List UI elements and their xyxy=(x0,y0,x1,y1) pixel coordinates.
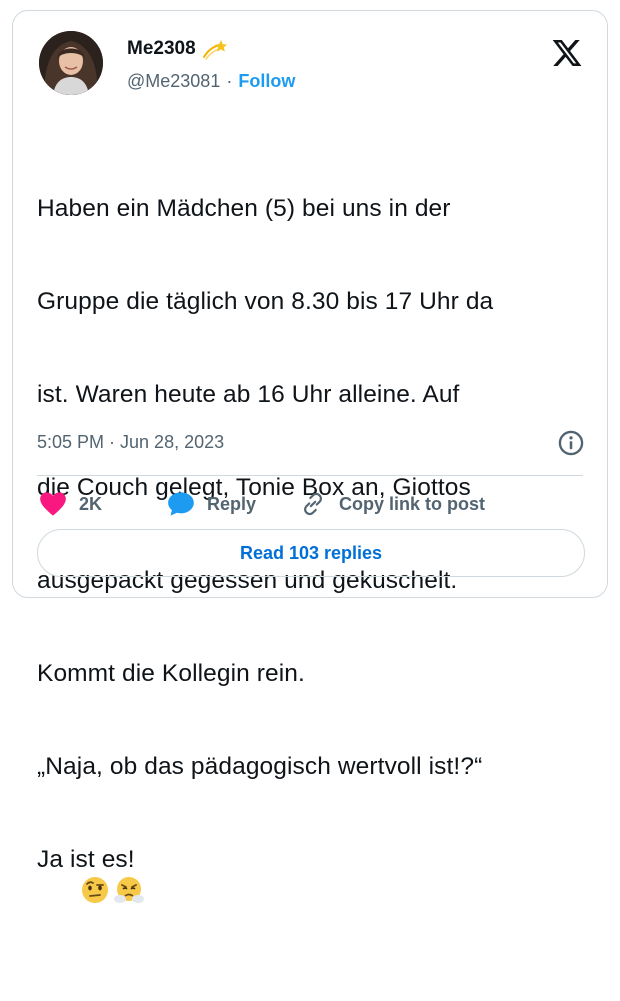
copy-link-label: Copy link to post xyxy=(339,493,485,514)
tweet-line: Kommt die Kollegin rein. xyxy=(37,660,305,687)
tweet-last-line: Ja ist es! xyxy=(37,844,597,939)
handle-row: @Me23081 · Follow xyxy=(127,71,295,92)
tweet-timestamp[interactable]: 5:05 PM · Jun 28, 2023 xyxy=(37,432,224,453)
follow-button[interactable]: Follow xyxy=(238,71,295,92)
tweet-card: Me2308 @Me23081 · Follow Haben ein Mädch… xyxy=(12,10,608,903)
action-bar: 2K Reply Copy link to post xyxy=(39,491,485,517)
avatar-image xyxy=(39,31,103,95)
reply-bubble-icon xyxy=(168,492,194,516)
tweet-line: Ja ist es! xyxy=(37,846,135,873)
tweet-line: Gruppe die täglich von 8.30 bis 17 Uhr d… xyxy=(37,288,494,315)
link-icon xyxy=(304,492,322,516)
info-icon[interactable] xyxy=(557,429,585,457)
x-logo-icon[interactable] xyxy=(551,37,583,69)
read-replies-button[interactable]: Read 103 replies xyxy=(37,529,585,577)
author-name-row[interactable]: Me2308 xyxy=(127,37,228,61)
reply-label: Reply xyxy=(207,493,257,514)
face-with-raised-eyebrow-emoji-icon xyxy=(82,877,109,903)
face-with-steam-from-nose-emoji-icon xyxy=(114,877,145,903)
tweet-line: „Naja, ob das pädagogisch wertvoll ist!?… xyxy=(37,753,483,780)
author-name[interactable]: Me2308 xyxy=(127,38,196,60)
separator-dot: · xyxy=(226,71,233,91)
like-count: 2K xyxy=(79,493,103,514)
avatar[interactable] xyxy=(39,31,103,95)
reply-button[interactable]: Reply xyxy=(167,491,299,517)
tweet-line: Haben ein Mädchen (5) bei uns in der xyxy=(37,195,451,222)
copy-link-button[interactable]: Copy link to post xyxy=(299,491,485,517)
author-handle[interactable]: @Me23081 xyxy=(127,71,220,92)
read-replies-label: Read 103 replies xyxy=(239,542,383,563)
heart-icon xyxy=(40,492,66,516)
tweet-line: ist. Waren heute ab 16 Uhr alleine. Auf xyxy=(37,381,460,408)
divider xyxy=(37,475,583,476)
shooting-star-emoji-icon xyxy=(202,40,227,60)
like-button[interactable]: 2K xyxy=(39,491,167,517)
